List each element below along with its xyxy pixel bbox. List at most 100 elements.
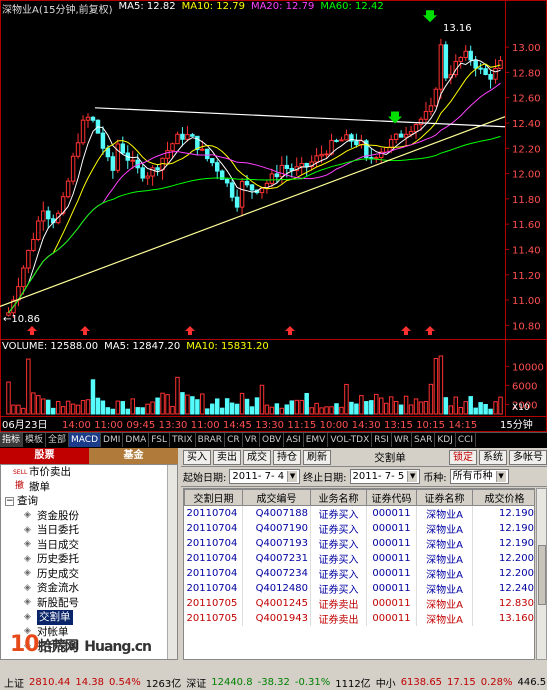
tree-item[interactable]: ◈ 当日委托	[1, 523, 177, 538]
table-row[interactable]: 20110704 Q4007193 证券买入 000011 深物业A 12.190	[184, 536, 534, 551]
candle-body	[354, 140, 359, 146]
indicator-tab[interactable]: CR	[225, 433, 243, 447]
buy-signal-arrow-icon	[80, 326, 90, 335]
cell-no: Q4007190	[242, 521, 311, 536]
candle-body	[374, 157, 379, 160]
cell-code: 000011	[366, 521, 417, 536]
tree-item[interactable]: 撤撤单	[1, 480, 177, 495]
tree-item[interactable]: ◈ 历史成交	[1, 567, 177, 582]
indicator-tab[interactable]: DMI	[101, 433, 124, 447]
chevron-down-icon[interactable]: ▼	[495, 471, 506, 482]
kline-svg[interactable]: 13.00 12.80 12.60 12.40 12.20 12.00 11.80 11.60…	[0, 0, 547, 432]
table-row[interactable]: 20110704 Q4007231 证券买入 000011 深物业A 12.200	[184, 551, 534, 566]
multi-account-button[interactable]: 多帐号	[509, 449, 547, 465]
table-scrollbar[interactable]	[536, 488, 547, 660]
indicator-tab[interactable]: SAR	[412, 433, 436, 447]
indicator-tab[interactable]: RSI	[372, 433, 392, 447]
cell-date: 20110705	[184, 596, 243, 611]
diamond-icon: ◈	[24, 524, 31, 535]
table-row[interactable]: 20110704 Q4007188 证券买入 000011 深物业A 12.190	[184, 505, 534, 521]
tree-item-label: 资金股份	[37, 509, 79, 522]
position-button[interactable]: 持仓	[273, 449, 301, 465]
indicator-tab[interactable]: KDJ	[435, 433, 456, 447]
indicator-tabs: 指标 模板 全部 MACD DMI DMA FSL TRIX BRAR CR VR OBV ASI EMV…	[0, 432, 547, 447]
tree-item[interactable]: ◈ 交割单	[1, 610, 177, 625]
candle-body	[493, 67, 498, 80]
time-tick-label: 14:45	[223, 420, 252, 431]
cell-date: 20110704	[184, 536, 243, 551]
indicator-tab[interactable]: BRAR	[196, 433, 226, 447]
column-header[interactable]: 业务名称	[310, 489, 367, 506]
sell-button[interactable]: 卖出	[213, 449, 241, 465]
panel-title: 交割单	[374, 451, 406, 464]
indicator-tab[interactable]: 模板	[23, 433, 47, 447]
ma-header-item: MA20: 12.79	[250, 1, 315, 12]
tree-item[interactable]: − 查询	[1, 494, 177, 509]
chevron-down-icon[interactable]: ▼	[287, 471, 298, 482]
time-tick-label: 13:30	[159, 420, 188, 431]
indicator-tab[interactable]: VR	[243, 433, 261, 447]
indicator-tab[interactable]: 指标	[0, 433, 24, 447]
candle-body	[463, 50, 468, 58]
candle-body	[443, 44, 449, 79]
indicator-tab[interactable]: VOL-TDX	[328, 433, 373, 447]
start-date-select[interactable]: 2011- 7- 4 ▼	[229, 469, 301, 484]
volume-bar	[224, 398, 230, 415]
sh-value: 2810.44	[29, 677, 71, 688]
cell-price: 12.190	[472, 521, 534, 536]
volume-bar	[170, 405, 175, 415]
ma-header-item: MA5: 12.82	[118, 1, 176, 12]
candle-body	[150, 167, 155, 177]
tab-stock[interactable]: 股票	[0, 448, 89, 464]
candle-body	[214, 162, 220, 172]
indicator-tab[interactable]: WR	[392, 433, 413, 447]
table-row[interactable]: 20110705 Q4001245 证券卖出 000011 深物业A 12.830	[184, 596, 534, 611]
indicator-tab[interactable]: CCI	[456, 433, 477, 447]
candle-body	[428, 105, 434, 112]
buy-button[interactable]: 买入	[183, 449, 211, 465]
column-header[interactable]: 成交编号	[242, 489, 311, 506]
tree-item[interactable]: ◈ 资金股份	[1, 509, 177, 524]
indicator-tab[interactable]: TRIX	[170, 433, 196, 447]
scroll-thumb[interactable]	[538, 545, 546, 605]
tree-item[interactable]: ◈ 历史委托	[1, 552, 177, 567]
column-header[interactable]: 交割日期	[184, 489, 243, 506]
column-header[interactable]: 证券名称	[416, 489, 473, 506]
lock-button[interactable]: 锁定	[449, 449, 477, 465]
tree-item[interactable]: ◈ 新股配号	[1, 596, 177, 611]
cell-name: 深物业A	[416, 566, 473, 581]
volume-unit-label: X10	[512, 403, 530, 413]
table-row[interactable]: 20110704 Q4007234 证券买入 000011 深物业A 12.200	[184, 566, 534, 581]
indicator-tab[interactable]: EMV	[304, 433, 329, 447]
tab-fund[interactable]: 基金	[89, 448, 178, 464]
table-row[interactable]: 20110704 Q4007190 证券买入 000011 深物业A 12.190	[184, 521, 534, 536]
refresh-button[interactable]: 刷新	[303, 449, 331, 465]
table-row[interactable]: 20110704 Q4012480 证券买入 000011 深物业A 12.240	[184, 581, 534, 596]
tree-scrollbar[interactable]	[167, 465, 177, 659]
volume-header-item: MA5: 12847.20	[104, 341, 181, 352]
column-header[interactable]: 证券代码	[366, 489, 417, 506]
ma-header-item: MA10: 12.79	[181, 1, 245, 12]
kline-chart[interactable]: 13.00 12.80 12.60 12.40 12.20 12.00 11.80 11.60…	[0, 0, 547, 432]
indicator-tab[interactable]: ASI	[284, 433, 304, 447]
end-date-select[interactable]: 2011- 7- 5 ▼	[349, 469, 421, 484]
indicator-tab[interactable]: 全部	[46, 433, 70, 447]
indicator-tab[interactable]: DMA	[123, 433, 150, 447]
column-header[interactable]: 成交价格	[472, 489, 534, 506]
tree-item[interactable]: ◈ 当日成交	[1, 538, 177, 553]
chevron-down-icon[interactable]: ▼	[407, 471, 418, 482]
tree-item[interactable]: SELL 市价卖出	[1, 465, 177, 480]
candle-body	[31, 238, 36, 251]
currency-select[interactable]: 所有币种 ▼	[449, 469, 509, 484]
system-button[interactable]: 系统	[479, 449, 507, 465]
tree-item[interactable]: ◈ 资金流水	[1, 581, 177, 596]
indicator-tab[interactable]: OBV	[260, 433, 285, 447]
cell-price: 12.190	[472, 536, 534, 551]
cell-code: 000011	[366, 551, 417, 566]
indicator-tab[interactable]: FSL	[149, 433, 170, 447]
indicator-tab[interactable]: MACD	[69, 433, 102, 447]
table-row[interactable]: 20110705 Q4001943 证券卖出 000011 深物业A 13.160	[184, 611, 534, 626]
deal-button[interactable]: 成交	[243, 449, 271, 465]
volume-bar	[244, 398, 250, 415]
volume-bar	[453, 396, 459, 415]
